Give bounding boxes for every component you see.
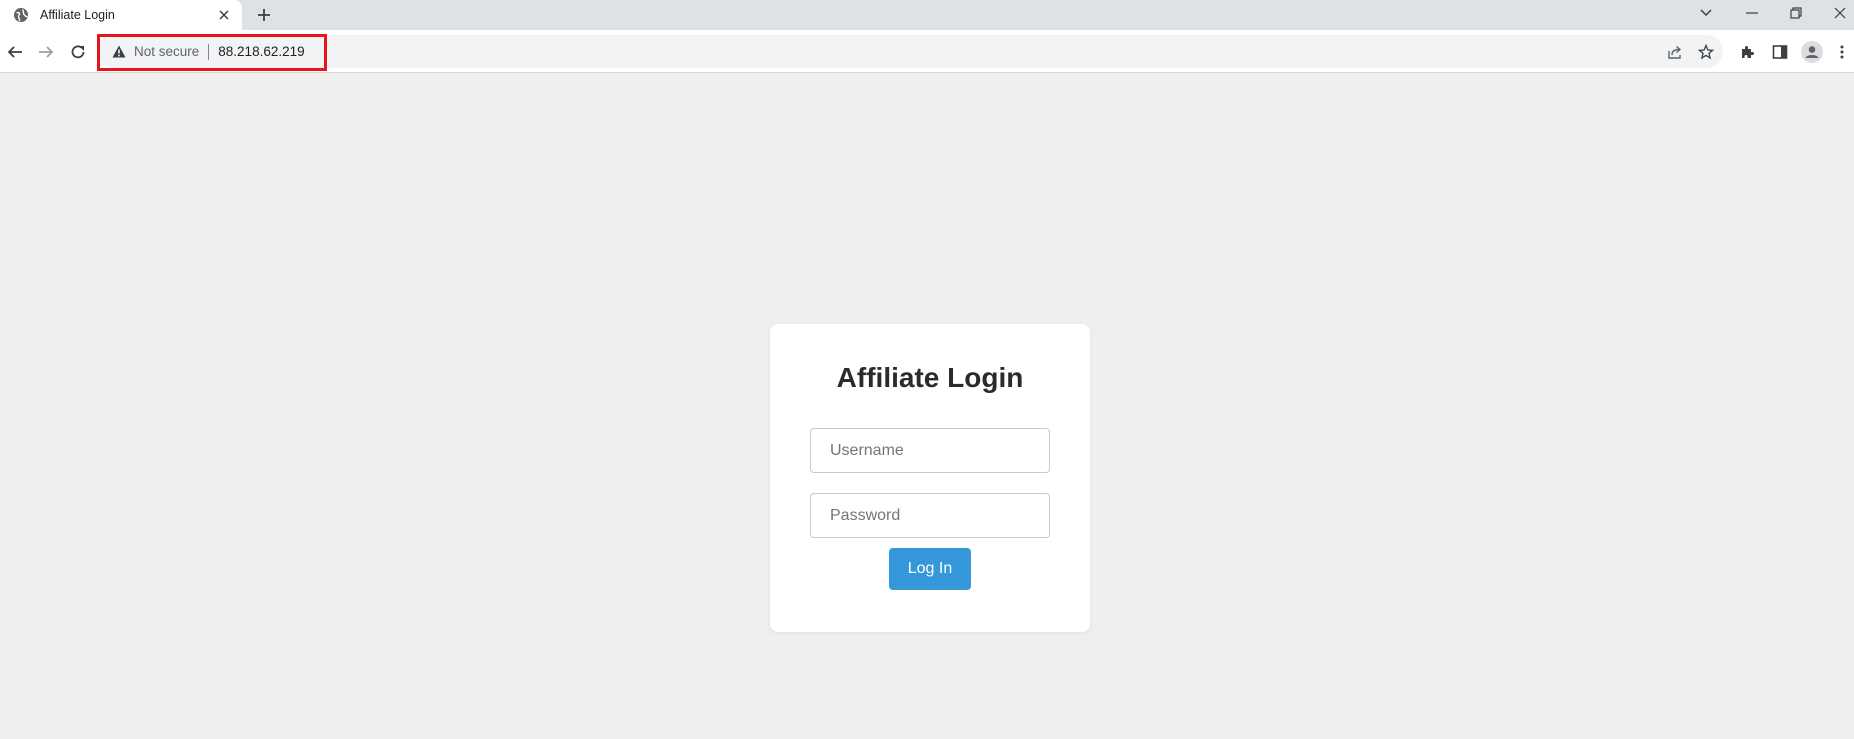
extensions-puzzle-icon <box>1742 46 1754 58</box>
url-text[interactable]: 88.218.62.219 <box>218 44 304 59</box>
side-panel-icon <box>1772 45 1788 59</box>
new-tab-button[interactable] <box>252 3 276 27</box>
minimize-icon <box>1746 12 1758 14</box>
back-button[interactable] <box>1 38 29 66</box>
forward-arrow-icon <box>39 46 54 58</box>
password-input[interactable] <box>810 493 1050 538</box>
tab-search-button[interactable] <box>1686 0 1726 26</box>
reload-icon <box>71 45 85 59</box>
forward-button[interactable] <box>32 38 60 66</box>
tab-strip: Affiliate Login <box>0 0 1854 30</box>
page-content: Affiliate Login Log In <box>0 74 1854 739</box>
username-input[interactable] <box>810 428 1050 473</box>
close-icon <box>1834 7 1846 19</box>
bookmark-button[interactable] <box>1691 35 1721 68</box>
share-icon <box>1668 45 1682 59</box>
address-separator <box>208 43 210 60</box>
profile-button[interactable] <box>1798 38 1826 66</box>
security-status-text[interactable]: Not secure <box>134 44 199 59</box>
back-arrow-icon <box>7 46 22 58</box>
login-card: Affiliate Login Log In <box>770 324 1090 632</box>
login-button[interactable]: Log In <box>889 548 971 590</box>
login-title: Affiliate Login <box>836 362 1024 393</box>
share-button[interactable] <box>1660 35 1690 68</box>
warning-triangle-icon[interactable] <box>111 44 127 60</box>
menu-button[interactable] <box>1832 38 1852 66</box>
chevron-down-icon <box>1700 9 1712 17</box>
browser-toolbar: Not secure 88.218.62.219 <box>0 30 1854 73</box>
window-close-button[interactable] <box>1820 0 1854 26</box>
more-vert-icon <box>1840 45 1844 59</box>
reload-button[interactable] <box>64 38 92 66</box>
star-icon <box>1698 43 1714 59</box>
minimize-button[interactable] <box>1732 0 1772 26</box>
restore-icon <box>1790 7 1802 19</box>
address-bar[interactable]: Not secure 88.218.62.219 <box>97 35 1723 68</box>
restore-button[interactable] <box>1776 0 1816 26</box>
browser-tab[interactable]: Affiliate Login <box>0 0 242 30</box>
tab-title: Affiliate Login <box>40 8 115 22</box>
close-icon[interactable] <box>216 7 232 23</box>
plus-icon <box>258 9 270 21</box>
extensions-button[interactable] <box>1734 38 1762 66</box>
globe-icon <box>12 6 30 24</box>
side-panel-button[interactable] <box>1766 38 1794 66</box>
profile-avatar-icon <box>1801 41 1823 63</box>
